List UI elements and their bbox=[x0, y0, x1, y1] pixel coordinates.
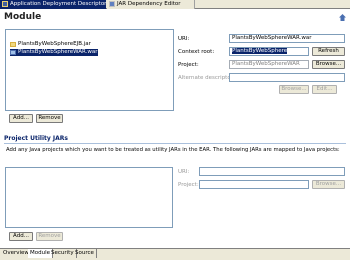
remove-module-button[interactable]: Remove bbox=[36, 114, 63, 123]
alternate-browse-button[interactable]: Browse... bbox=[279, 85, 309, 94]
alternate-descriptor-field[interactable] bbox=[229, 73, 345, 82]
utility-project-field[interactable] bbox=[199, 180, 309, 189]
jar-icon bbox=[10, 42, 16, 47]
uri-field[interactable]: PlantsByWebSphereWAR.war bbox=[229, 34, 345, 43]
jar-dependency-icon bbox=[109, 1, 115, 7]
tab-label: JAR Dependency Editor bbox=[117, 1, 181, 7]
utility-jar-list[interactable] bbox=[5, 167, 173, 228]
ear-file-icon bbox=[2, 1, 8, 7]
context-root-label: Context root: bbox=[178, 49, 215, 55]
refresh-button[interactable]: Refresh bbox=[312, 47, 345, 56]
utility-project-label: Project: bbox=[178, 182, 199, 188]
remove-utility-jar-button[interactable]: Remove bbox=[36, 232, 63, 241]
list-item[interactable]: PlantsByWebSphereEJB.jar bbox=[10, 41, 91, 48]
context-root-value: PlantsByWebSphere bbox=[232, 48, 288, 54]
alternate-descriptor-label: Alternate descriptor: bbox=[178, 75, 235, 81]
utility-uri-label: URI: bbox=[178, 169, 190, 175]
section-divider bbox=[4, 143, 346, 144]
project-field: PlantsByWebSphereWAR bbox=[229, 60, 309, 69]
utility-uri-field[interactable] bbox=[199, 167, 345, 176]
section-title-utility-jars: Project Utility JARs bbox=[4, 135, 68, 142]
list-item-label: PlantsByWebSphereEJB.jar bbox=[18, 41, 91, 47]
project-label: Project: bbox=[178, 62, 199, 68]
section-description: Add any Java projects which you want to … bbox=[6, 147, 340, 153]
add-module-button[interactable]: Add... bbox=[9, 114, 33, 123]
page-title: Module bbox=[4, 12, 42, 22]
utility-browse-button[interactable]: Browse... bbox=[312, 180, 345, 189]
help-icon[interactable] bbox=[339, 14, 346, 21]
uri-label: URI: bbox=[178, 36, 190, 42]
list-item[interactable]: PlantsByWebSphereWAR.war bbox=[10, 49, 98, 56]
alternate-edit-button[interactable]: Edit... bbox=[312, 85, 337, 94]
context-root-field[interactable]: PlantsByWebSphere bbox=[229, 47, 309, 56]
module-list[interactable]: PlantsByWebSphereEJB.jar PlantsByWebSphe… bbox=[5, 29, 174, 111]
add-utility-jar-button[interactable]: Add... bbox=[9, 232, 33, 241]
tab-application-deployment-descriptor[interactable]: Application Deployment Descriptor bbox=[0, 0, 106, 9]
browse-project-button[interactable]: Browse... bbox=[312, 60, 345, 69]
tab-source[interactable]: Source bbox=[73, 249, 97, 258]
list-item-label: PlantsByWebSphereWAR.war bbox=[18, 49, 98, 55]
tab-label: Application Deployment Descriptor bbox=[10, 1, 107, 7]
tab-jar-dependency-editor[interactable]: JAR Dependency Editor bbox=[107, 0, 195, 9]
war-icon bbox=[10, 50, 16, 55]
